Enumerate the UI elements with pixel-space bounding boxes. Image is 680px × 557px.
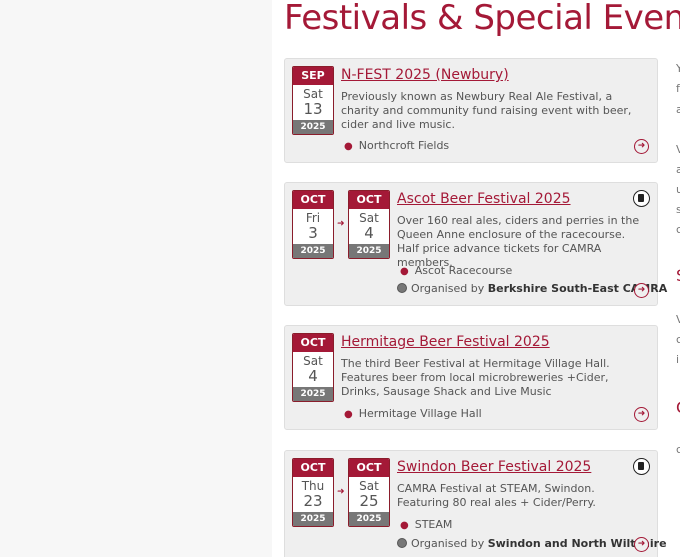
right-column-text: i [676,353,680,366]
date-month: OCT [293,334,333,352]
event-location: ● Northcroft Fields [344,139,449,152]
arrow-right-icon: ➜ [337,487,345,497]
date-day: 4 [364,224,374,242]
right-column-text: u [676,183,680,196]
date-year: 2025 [293,512,333,526]
location-label: Hermitage Village Hall [358,407,482,420]
map-pin-icon: ● [344,409,353,420]
right-column-text: s [676,203,680,216]
event-organiser: Organised by Berkshire South-East CAMRA [397,282,667,295]
event-description: Previously known as Newbury Real Ale Fes… [341,90,632,131]
right-column-text: c [676,333,680,346]
date-badge-start: OCT Fri 3 2025 [292,190,334,259]
location-label: Northcroft Fields [358,139,450,152]
arrow-right-circle-icon[interactable]: ➜ [634,139,649,154]
event-title-link[interactable]: Swindon Beer Festival 2025 [397,459,591,475]
date-month: OCT [293,191,333,209]
location-label: STEAM [414,518,453,531]
event-card[interactable]: SEP Sat 13 2025 N-FEST 2025 (Newbury) Pr… [284,58,658,163]
date-day: 4 [308,367,318,385]
date-weekday: Sat [303,87,323,101]
arrow-right-icon: ➜ [337,219,345,229]
right-column-heading: S [676,266,680,285]
event-organiser: Organised by Swindon and North Wiltshire [397,537,667,550]
event-card[interactable]: OCT Fri 3 2025 ➜ OCT Sat 4 2025 Ascot Be… [284,182,667,306]
map-pin-icon: ● [344,141,353,152]
date-year: 2025 [349,512,389,526]
map-pin-icon: ● [400,266,409,277]
organised-by-label: Organised by [411,537,485,550]
organised-by-label: Organised by [411,282,485,295]
date-day: 3 [308,224,318,242]
event-title-link[interactable]: Hermitage Beer Festival 2025 [341,334,550,350]
event-title-link[interactable]: N-FEST 2025 (Newbury) [341,67,509,83]
main-content: Festivals & Special Events SEP Sat 13 20… [272,0,680,557]
arrow-right-circle-icon[interactable]: ➜ [634,283,649,298]
date-month: OCT [349,459,389,477]
beer-mug-icon [633,190,650,207]
event-description: The third Beer Festival at Hermitage Vil… [341,357,610,398]
date-weekday: Sat [303,354,323,368]
right-column-text: c [676,223,680,236]
date-weekday: Sat [359,211,379,225]
right-column-text: f [676,82,680,95]
right-column-text: V [676,143,680,156]
date-month: OCT [293,459,333,477]
date-month: SEP [293,67,333,85]
page-title: Festivals & Special Events [284,0,680,38]
date-badge-start: OCT Thu 23 2025 [292,458,334,527]
right-column-text: Y [676,62,680,75]
right-column-heading: C [676,398,680,417]
right-column-text: c [676,443,680,456]
beer-mug-icon [633,458,650,475]
right-column-text: a [676,163,680,176]
event-card[interactable]: OCT Sat 4 2025 Hermitage Beer Festival 2… [284,325,658,430]
date-badge-end: OCT Sat 4 2025 [348,190,390,259]
date-month: OCT [349,191,389,209]
date-weekday: Thu [301,479,325,493]
date-badge-end: OCT Sat 25 2025 [348,458,390,527]
location-label: Ascot Racecourse [414,264,513,277]
date-day: 25 [359,492,379,510]
event-location: ● Hermitage Village Hall [344,407,482,420]
date-year: 2025 [293,120,333,134]
event-description: CAMRA Festival at STEAM, Swindon. Featur… [397,482,596,509]
right-column-text: V [676,313,680,326]
date-day: 23 [303,492,323,510]
arrow-right-circle-icon[interactable]: ➜ [634,537,649,552]
right-column-text: a [676,103,680,116]
date-day: 13 [303,100,323,118]
date-badge: OCT Sat 4 2025 [292,333,334,402]
date-badge: SEP Sat 13 2025 [292,66,334,135]
event-location: ● STEAM [400,518,452,531]
event-card[interactable]: OCT Thu 23 2025 ➜ OCT Sat 25 2025 Swindo… [284,450,667,557]
date-year: 2025 [349,244,389,258]
beer-mug-icon [397,538,407,548]
date-weekday: Fri [305,211,321,225]
event-description: Over 160 real ales, ciders and perries i… [397,214,640,269]
arrow-right-circle-icon[interactable]: ➜ [634,407,649,422]
map-pin-icon: ● [400,520,409,531]
beer-mug-icon [397,283,407,293]
date-year: 2025 [293,244,333,258]
event-title-link[interactable]: Ascot Beer Festival 2025 [397,191,571,207]
event-location: ● Ascot Racecourse [400,264,512,277]
date-weekday: Sat [359,479,379,493]
date-year: 2025 [293,387,333,401]
